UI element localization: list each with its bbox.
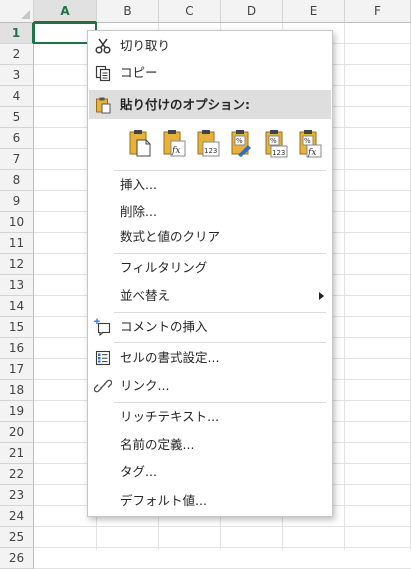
menu-item-cut-label: 切り取り xyxy=(120,38,171,53)
menu-separator xyxy=(114,312,326,313)
svg-text:123: 123 xyxy=(272,149,285,157)
menu-item-format-cells-label: セルの書式設定... xyxy=(120,350,220,365)
menu-item-insert-comment-label: コメントの挿入 xyxy=(120,319,208,334)
select-all-corner[interactable] xyxy=(0,0,34,23)
row-header-13[interactable]: 13 xyxy=(0,275,34,296)
paste-values-number-format-icon[interactable]: % 123 xyxy=(264,128,288,158)
scissors-icon xyxy=(95,38,111,54)
column-header-e[interactable]: E xyxy=(283,0,345,23)
copy-icon xyxy=(95,65,111,82)
menu-item-rich-text[interactable]: リッチテキスト... xyxy=(89,404,331,430)
row-header-11[interactable]: 11 xyxy=(0,233,34,254)
row-header-8[interactable]: 8 xyxy=(0,170,34,191)
paste-icon[interactable] xyxy=(128,128,152,158)
paste-options-header: 貼り付けのオプション: xyxy=(89,90,331,119)
menu-separator xyxy=(114,342,326,343)
row-header-3[interactable]: 3 xyxy=(0,65,34,86)
menu-item-insert-comment[interactable]: コメントの挿入 xyxy=(89,314,331,340)
column-header-c[interactable]: C xyxy=(159,0,221,23)
row-header-25[interactable]: 25 xyxy=(0,527,34,548)
row-header-12[interactable]: 12 xyxy=(0,254,34,275)
row-header-23[interactable]: 23 xyxy=(0,485,34,506)
menu-item-link[interactable]: リンク... xyxy=(89,373,331,399)
paste-formatting-icon[interactable]: % xyxy=(230,128,254,158)
menu-item-clear-contents[interactable]: 数式と値のクリア xyxy=(89,224,331,250)
paste-values-icon[interactable]: 123 xyxy=(196,128,220,158)
row-header-15[interactable]: 15 xyxy=(0,317,34,338)
row-header-26[interactable]: 26 xyxy=(0,548,34,569)
row-header-19[interactable]: 19 xyxy=(0,401,34,422)
row-header-2[interactable]: 2 xyxy=(0,44,34,65)
svg-text:fx: fx xyxy=(171,146,180,156)
row-header-17[interactable]: 17 xyxy=(0,359,34,380)
menu-item-define-name-label: 名前の定義... xyxy=(120,437,195,452)
row-header-10[interactable]: 10 xyxy=(0,212,34,233)
svg-text:%: % xyxy=(304,137,311,145)
menu-item-cut[interactable]: 切り取り xyxy=(89,33,331,59)
row-gridline xyxy=(34,547,411,548)
column-header-a[interactable]: A xyxy=(34,0,97,23)
clipboard-icon xyxy=(96,97,111,114)
row-header-18[interactable]: 18 xyxy=(0,380,34,401)
column-header-d[interactable]: D xyxy=(221,0,283,23)
svg-text:123: 123 xyxy=(204,147,217,155)
menu-item-rich-text-label: リッチテキスト... xyxy=(120,409,220,424)
column-header-f[interactable]: F xyxy=(345,0,411,23)
row-header-4[interactable]: 4 xyxy=(0,86,34,107)
row-header-6[interactable]: 6 xyxy=(0,128,34,149)
paste-formulas-icon[interactable]: fx xyxy=(162,128,186,158)
row-header-9[interactable]: 9 xyxy=(0,191,34,212)
menu-item-default-value-label: デフォルト値... xyxy=(120,493,207,508)
menu-item-copy-label: コピー xyxy=(120,65,158,80)
row-header-1[interactable]: 1 xyxy=(0,23,34,44)
menu-item-link-label: リンク... xyxy=(120,378,170,393)
row-header-5[interactable]: 5 xyxy=(0,107,34,128)
menu-item-copy[interactable]: コピー xyxy=(89,60,331,86)
paste-options-header-label: 貼り付けのオプション: xyxy=(120,97,250,112)
menu-item-sort-label: 並べ替え xyxy=(120,288,171,303)
menu-item-format-cells[interactable]: セルの書式設定... xyxy=(89,345,331,371)
menu-separator xyxy=(114,170,326,171)
row-header-21[interactable]: 21 xyxy=(0,443,34,464)
row-gridline xyxy=(34,526,411,527)
context-menu: 切り取り コピー 貼り付けのオプション: fx 123 % % 123 % fx… xyxy=(87,30,333,517)
svg-text:fx: fx xyxy=(307,148,316,158)
menu-item-default-value[interactable]: デフォルト値... xyxy=(89,488,331,514)
format-cells-icon xyxy=(95,350,111,366)
menu-item-sort[interactable]: 並べ替え xyxy=(89,283,331,309)
menu-item-filter-label: フィルタリング xyxy=(120,260,208,275)
menu-separator xyxy=(114,402,326,403)
row-header-24[interactable]: 24 xyxy=(0,506,34,527)
menu-item-define-name[interactable]: 名前の定義... xyxy=(89,432,331,458)
paste-formulas-number-format-icon[interactable]: % fx xyxy=(298,128,322,158)
row-header-16[interactable]: 16 xyxy=(0,338,34,359)
new-comment-icon xyxy=(94,318,111,336)
menu-item-filter[interactable]: フィルタリング xyxy=(89,255,331,281)
menu-item-insert-label: 挿入... xyxy=(120,177,157,192)
menu-item-tag-label: タグ... xyxy=(120,464,157,479)
link-icon xyxy=(94,379,112,393)
menu-item-insert[interactable]: 挿入... xyxy=(89,172,331,198)
menu-separator xyxy=(114,253,326,254)
column-gridline xyxy=(344,23,345,550)
menu-item-delete[interactable]: 削除... xyxy=(89,199,331,225)
row-header-14[interactable]: 14 xyxy=(0,296,34,317)
row-header-7[interactable]: 7 xyxy=(0,149,34,170)
row-header-20[interactable]: 20 xyxy=(0,422,34,443)
svg-text:%: % xyxy=(236,137,243,145)
submenu-arrow-icon xyxy=(319,292,324,300)
menu-item-tag[interactable]: タグ... xyxy=(89,459,331,485)
column-header-b[interactable]: B xyxy=(97,0,159,23)
row-header-22[interactable]: 22 xyxy=(0,464,34,485)
svg-text:%: % xyxy=(270,137,277,145)
menu-item-delete-label: 削除... xyxy=(120,204,157,219)
menu-item-clear-contents-label: 数式と値のクリア xyxy=(120,229,221,244)
